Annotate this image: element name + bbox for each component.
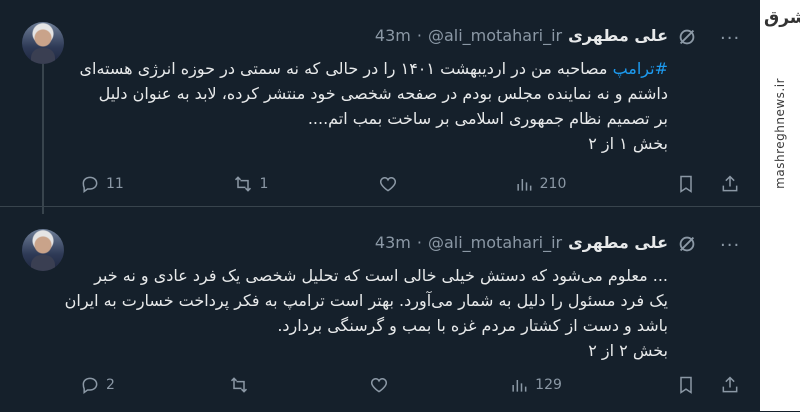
bookmark-button[interactable] — [676, 375, 696, 395]
author-handle[interactable]: @ali_motahari_ir — [428, 233, 562, 252]
watermark-logo: مشرق — [764, 8, 800, 28]
hashtag-link[interactable]: #ترامپ — [613, 59, 668, 78]
views-button[interactable]: 210 — [514, 174, 567, 194]
reply-button[interactable]: 2 — [80, 375, 115, 395]
tweet-text: #ترامپ مصاحبه من در اردیبهشت ۱۴۰۱ را در … — [28, 56, 668, 156]
bookmark-icon — [680, 376, 692, 394]
view-count: 129 — [535, 377, 562, 393]
repost-icon — [235, 176, 252, 192]
repost-button[interactable] — [229, 375, 255, 395]
tweet-line: بر تصمیم نظام جمهوری اسلامی بر ساخت بمب … — [307, 109, 668, 128]
like-button[interactable] — [378, 174, 404, 194]
reply-button[interactable]: 11 — [80, 174, 124, 194]
heart-icon — [379, 176, 397, 192]
heart-icon — [371, 377, 388, 393]
repost-count: 1 — [259, 176, 269, 192]
repost-button[interactable]: 1 — [233, 174, 268, 194]
grok-icon[interactable] — [676, 26, 698, 48]
watermark-site: mashreghnews.ir — [773, 78, 787, 189]
tweet-timestamp[interactable]: 43m — [375, 26, 411, 45]
reply-icon — [82, 176, 98, 193]
tweet-text: ... معلوم می‌شود که دستش خیلی خالی است ک… — [28, 263, 668, 363]
author-name[interactable]: علی مطهری — [568, 26, 668, 45]
tweet-part-label: بخش ۲ از ۲ — [588, 341, 668, 360]
tweet-line: یک فرد مسئول را دلیل به شمار می‌آورد. به… — [64, 291, 668, 310]
dot-separator: · — [416, 26, 422, 45]
tweet-header: علی مطهری @ali_motahari_ir · 43m — [375, 26, 668, 45]
watermark-band: مشرق mashreghnews.ir — [760, 0, 800, 411]
more-icon[interactable]: ··· — [720, 235, 740, 256]
reply-icon — [82, 377, 98, 394]
dot-separator: · — [416, 233, 422, 252]
like-button[interactable] — [369, 375, 395, 395]
share-button[interactable] — [720, 375, 740, 395]
more-icon[interactable]: ··· — [720, 28, 740, 49]
reply-count: 2 — [106, 377, 115, 393]
tweet[interactable]: علی مطهری @ali_motahari_ir · 43m ··· ...… — [0, 206, 760, 412]
reply-count: 11 — [106, 176, 124, 192]
tweet-actions: 11 1 210 — [80, 172, 740, 196]
share-icon — [722, 175, 738, 192]
view-count: 210 — [539, 176, 567, 192]
repost-icon — [230, 377, 248, 393]
views-icon — [512, 380, 527, 392]
author-handle[interactable]: @ali_motahari_ir — [428, 26, 562, 45]
views-icon — [517, 179, 532, 191]
tweet-timestamp[interactable]: 43m — [375, 233, 411, 252]
views-button[interactable]: 129 — [509, 375, 562, 395]
tweet[interactable]: علی مطهری @ali_motahari_ir · 43m ··· #تر… — [0, 0, 760, 206]
share-icon — [722, 376, 738, 393]
tweet-header: علی مطهری @ali_motahari_ir · 43m — [375, 233, 668, 252]
grok-icon[interactable] — [676, 233, 698, 255]
tweet-line: داشتم و نه نماینده مجلس بودم در صفحه شخص… — [98, 84, 668, 103]
share-button[interactable] — [720, 174, 740, 194]
tweet-part-label: بخش ۱ از ۲ — [588, 134, 668, 153]
tweet-line: ... معلوم می‌شود که دستش خیلی خالی است ک… — [94, 266, 668, 285]
bookmark-icon — [680, 175, 692, 193]
tweet-line: باشد و دست از کشتار مردم غزه با بمب و گر… — [277, 316, 668, 335]
watermark: مشرق mashreghnews.ir — [764, 8, 800, 248]
bookmark-button[interactable] — [676, 174, 696, 194]
author-name[interactable]: علی مطهری — [568, 233, 668, 252]
tweet-line: مصاحبه من در اردیبهشت ۱۴۰۱ را در حالی که… — [79, 59, 608, 78]
tweet-actions: 2 129 — [80, 373, 740, 397]
